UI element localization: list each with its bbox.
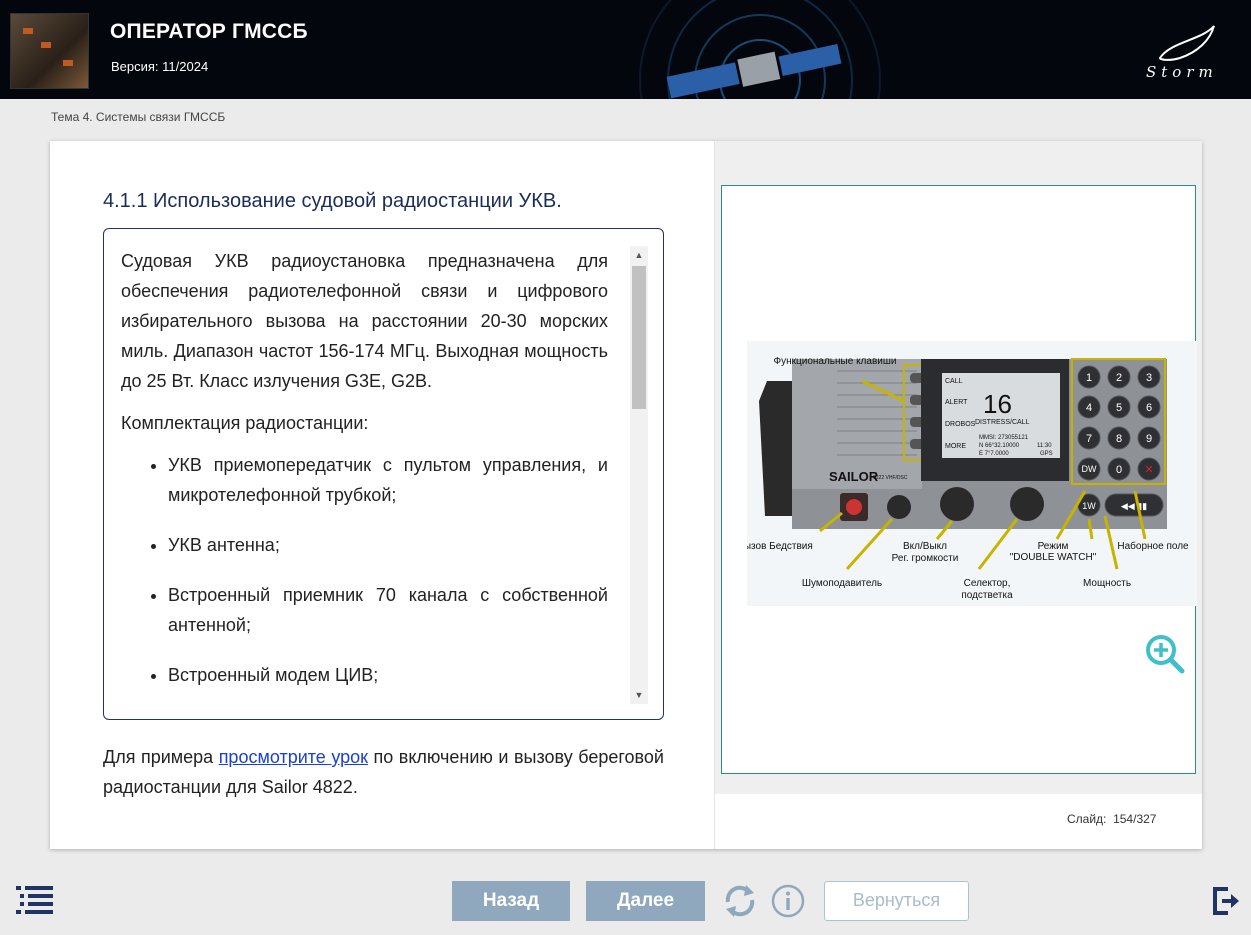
- volume-label: Рег. громкости: [892, 553, 959, 564]
- volume-knob-icon: [940, 487, 974, 521]
- scroll-down-arrow-icon[interactable]: ▼: [630, 686, 648, 704]
- soft-key-alert: ALERT: [945, 399, 968, 406]
- breadcrumb: Тема 4. Системы связи ГМССБ: [51, 110, 226, 124]
- svg-text:◀◀ ▮▮: ◀◀ ▮▮: [1121, 501, 1147, 511]
- list-item: Встроенный приемник 70 канала с собствен…: [168, 580, 608, 640]
- exit-icon[interactable]: [1212, 886, 1240, 916]
- course-thumbnail: [10, 13, 89, 89]
- back-button[interactable]: Назад: [452, 881, 570, 921]
- model-label: 6222 VHF/DSC: [873, 475, 908, 481]
- key-label: 9: [1146, 433, 1152, 445]
- key-label: 2: [1116, 372, 1122, 384]
- key-label: 7: [1086, 433, 1092, 445]
- next-button[interactable]: Далее: [586, 881, 705, 921]
- soft-key-drobos: DROBOS: [945, 421, 976, 428]
- lat-text: N 66°32.10000: [979, 443, 1020, 449]
- distress-label: Вызов Бедствия: [747, 541, 813, 552]
- selector-label: Селектор,: [964, 578, 1011, 589]
- menu-list-icon[interactable]: [16, 886, 54, 914]
- radio-diagram: CALL ALERT DROBOS MORE 16 DISTRESS/CALL …: [747, 341, 1197, 606]
- channel-number: 16: [983, 389, 1012, 419]
- key-label: ✕: [1144, 464, 1153, 476]
- zoom-in-icon[interactable]: [1145, 634, 1185, 674]
- text-content: Судовая УКВ радиоустановка предназначена…: [121, 246, 608, 710]
- slide-card: 4.1.1 Использование судовой радиостанции…: [50, 141, 1202, 849]
- figure-panel: CALL ALERT DROBOS MORE 16 DISTRESS/CALL …: [715, 141, 1202, 794]
- list-item: Встроенный модем ЦИВ;: [168, 660, 608, 690]
- key-label: 1: [1086, 372, 1092, 384]
- soft-key-call: CALL: [945, 378, 963, 385]
- key-label: 4: [1086, 402, 1092, 414]
- info-icon[interactable]: [770, 883, 806, 919]
- list-item: УКВ приемопередатчик с пультом управлени…: [168, 450, 608, 510]
- channel-mode: DISTRESS/CALL: [975, 419, 1030, 426]
- squelch-knob-icon: [887, 495, 911, 519]
- satellite-illustration: [639, 0, 881, 99]
- storm-logo-text: Storm: [1146, 63, 1218, 81]
- slide-counter-label: Слайд:: [1067, 812, 1107, 826]
- equipment-heading: Комплектация радиостанции:: [121, 413, 369, 433]
- brand-label: SAILOR: [829, 469, 879, 484]
- key-label: 5: [1116, 402, 1122, 414]
- list-item: УКВ антенна;: [168, 530, 608, 560]
- lesson-note-text: Для примера: [103, 747, 219, 767]
- slide-total: 327: [1136, 812, 1157, 826]
- lesson-link[interactable]: просмотрите урок: [219, 747, 368, 767]
- onoff-label: Вкл/Выкл: [903, 541, 947, 552]
- distress-button-icon: [846, 499, 862, 515]
- soft-key-more: MORE: [945, 443, 966, 450]
- key-label: DW: [1082, 464, 1097, 474]
- key-label: 3: [1146, 372, 1152, 384]
- reload-icon[interactable]: [722, 882, 758, 920]
- selector-knob-icon: [1010, 487, 1044, 521]
- scrollable-text-box[interactable]: Судовая УКВ радиоустановка предназначена…: [103, 228, 664, 720]
- gps-text: GPS: [1040, 451, 1053, 457]
- scroll-up-arrow-icon[interactable]: ▲: [630, 246, 648, 264]
- header-banner: ОПЕРАТОР ГМССБ Версия: 11/2024 Storm: [0, 0, 1251, 99]
- mmsi-text: MMSI: 273055121: [979, 435, 1029, 441]
- lon-text: E 7°7.0000: [979, 451, 1009, 457]
- return-button[interactable]: Вернуться: [824, 881, 969, 921]
- intro-paragraph: Судовая УКВ радиоустановка предназначена…: [121, 251, 608, 391]
- app-version: Версия: 11/2024: [111, 59, 209, 74]
- scrollbar[interactable]: ▲ ▼: [630, 246, 648, 704]
- slide-counter: Слайд: 154/327: [1067, 812, 1156, 826]
- double-watch-label: "DOUBLE WATCH": [1010, 552, 1097, 563]
- mode-label: Режим: [1038, 541, 1069, 552]
- power-label: Мощность: [1083, 578, 1131, 589]
- figure-frame: CALL ALERT DROBOS MORE 16 DISTRESS/CALL …: [721, 185, 1197, 774]
- equipment-list: УКВ приемопередатчик с пультом управлени…: [121, 450, 608, 690]
- backlight-label: подстветка: [961, 590, 1013, 601]
- lesson-note: Для примера просмотрите урок по включени…: [103, 742, 664, 802]
- slide-current: 154: [1113, 812, 1134, 826]
- func-keys-label: Функциональные клавиши: [774, 356, 897, 367]
- time-text: 11:30: [1037, 443, 1052, 449]
- keypad-label: Наборное поле: [1117, 540, 1189, 552]
- page-title: 4.1.1 Использование судовой радиостанции…: [103, 190, 562, 212]
- key-label: 8: [1116, 433, 1122, 445]
- key-label: 1W: [1082, 501, 1096, 511]
- app-title: ОПЕРАТОР ГМССБ: [110, 20, 308, 43]
- key-label: 6: [1146, 402, 1152, 414]
- squelch-label: Шумоподавитель: [802, 578, 882, 589]
- key-label: 0: [1116, 464, 1122, 476]
- scrollbar-thumb[interactable]: [632, 266, 646, 409]
